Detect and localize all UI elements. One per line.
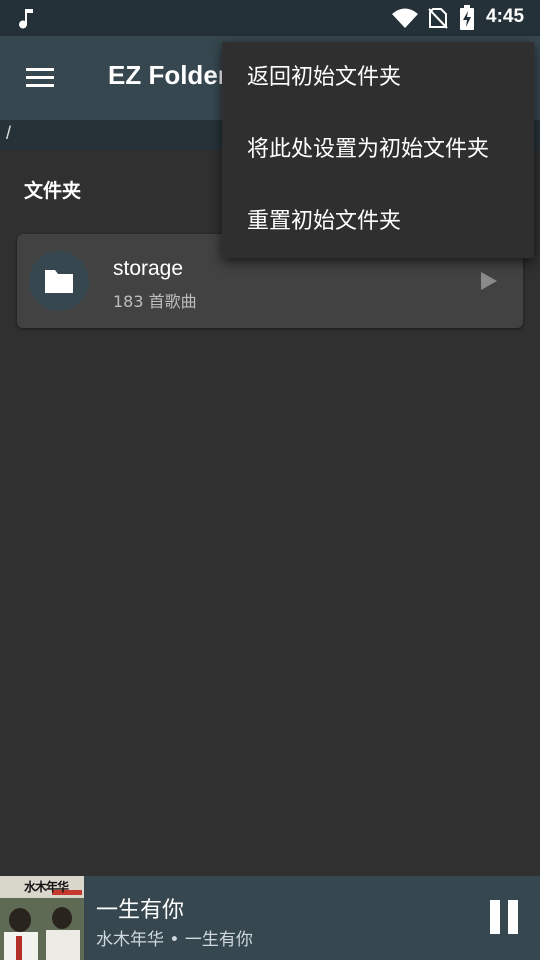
menu-item-return-initial-folder[interactable]: 返回初始文件夹 bbox=[222, 42, 534, 114]
menu-item-set-initial-folder[interactable]: 将此处设置为初始文件夹 bbox=[222, 114, 534, 186]
wifi-icon bbox=[392, 8, 418, 28]
status-time: 4:45 bbox=[486, 6, 525, 27]
folder-icon bbox=[45, 270, 73, 293]
pause-icon[interactable] bbox=[486, 898, 522, 938]
now-playing-song: 一生有你 bbox=[96, 898, 185, 923]
section-title: 文件夹 bbox=[24, 180, 82, 202]
breadcrumb-path[interactable]: / bbox=[6, 123, 11, 144]
now-playing-bar[interactable]: 水木年华 一生有你 水木年华 • 一生有你 bbox=[0, 876, 540, 960]
now-playing-subtitle: 水木年华 • 一生有你 bbox=[96, 930, 253, 950]
album-art: 水木年华 bbox=[0, 876, 84, 960]
hamburger-menu-icon[interactable] bbox=[24, 64, 58, 92]
folder-name: storage bbox=[113, 257, 184, 280]
battery-charging-icon bbox=[460, 5, 474, 30]
folder-song-count: 183 首歌曲 bbox=[113, 292, 197, 311]
menu-item-reset-initial-folder[interactable]: 重置初始文件夹 bbox=[222, 186, 534, 258]
no-sim-icon bbox=[428, 8, 448, 29]
folder-avatar bbox=[29, 251, 89, 311]
album-art-text: 水木年华 bbox=[24, 880, 69, 894]
overflow-menu: 返回初始文件夹 将此处设置为初始文件夹 重置初始文件夹 bbox=[222, 42, 534, 258]
status-bar: 4:45 bbox=[0, 0, 540, 36]
music-note-icon bbox=[19, 9, 33, 29]
play-arrow-icon[interactable] bbox=[477, 270, 499, 292]
